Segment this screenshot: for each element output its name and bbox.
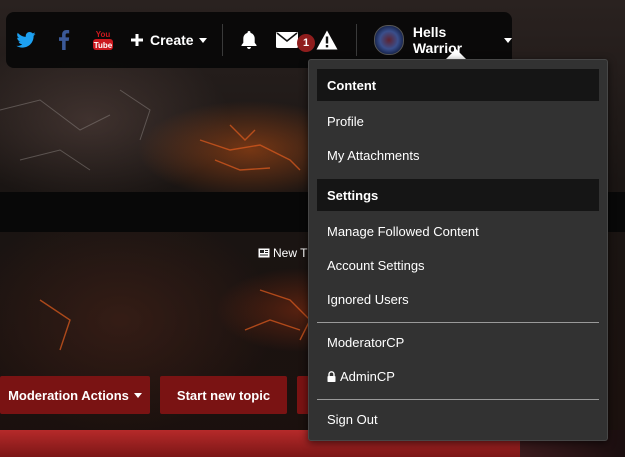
svg-text:Tube: Tube: [94, 41, 113, 50]
menu-item-sign-out[interactable]: Sign Out: [327, 410, 378, 430]
facebook-icon: [59, 30, 70, 50]
menu-item-account-settings[interactable]: Account Settings: [327, 256, 425, 276]
lock-icon: [327, 371, 336, 382]
divider: [222, 24, 223, 56]
newspaper-icon: [258, 248, 270, 258]
menu-divider: [317, 399, 599, 400]
messages-count-badge: 1: [297, 34, 315, 52]
create-menu[interactable]: Create: [131, 12, 207, 68]
avatar: [374, 25, 404, 55]
bell-icon: [241, 31, 257, 49]
user-dropdown-menu: Content Profile My Attachments Settings …: [308, 59, 608, 441]
start-new-topic-button[interactable]: Start new topic: [160, 376, 287, 414]
youtube-link[interactable]: You Tube: [92, 12, 114, 68]
new-topics-link[interactable]: New T: [258, 246, 307, 260]
section-header-content: Content: [317, 69, 599, 101]
plus-icon: [131, 34, 143, 46]
svg-text:You: You: [96, 30, 111, 39]
warning-icon: [316, 30, 338, 50]
start-new-topic-label: Start new topic: [176, 387, 271, 403]
twitter-icon: [16, 32, 36, 48]
moderation-actions-button[interactable]: Moderation Actions: [0, 376, 150, 414]
menu-item-followed-content[interactable]: Manage Followed Content: [327, 222, 479, 242]
envelope-icon: [276, 32, 298, 48]
section-header-settings: Settings: [317, 179, 599, 211]
create-label: Create: [150, 32, 194, 48]
moderation-actions-label: Moderation Actions: [8, 387, 129, 403]
new-topics-label: New T: [273, 246, 308, 260]
chevron-down-icon: [198, 37, 207, 43]
menu-item-moderatorcp[interactable]: ModeratorCP: [327, 333, 404, 353]
twitter-link[interactable]: [16, 12, 36, 68]
notifications-button[interactable]: [239, 12, 259, 68]
chevron-down-icon: [133, 392, 142, 398]
admincp-label: AdminCP: [340, 369, 395, 384]
menu-item-ignored-users[interactable]: Ignored Users: [327, 290, 409, 310]
chevron-down-icon: [504, 37, 512, 43]
messages-button[interactable]: [276, 12, 298, 68]
menu-item-my-attachments[interactable]: My Attachments: [327, 146, 419, 166]
divider: [356, 24, 357, 56]
youtube-icon: You Tube: [93, 30, 113, 50]
facebook-link[interactable]: [58, 12, 70, 68]
menu-item-admincp[interactable]: AdminCP: [327, 367, 395, 387]
menu-item-profile[interactable]: Profile: [327, 112, 364, 132]
menu-divider: [317, 322, 599, 323]
